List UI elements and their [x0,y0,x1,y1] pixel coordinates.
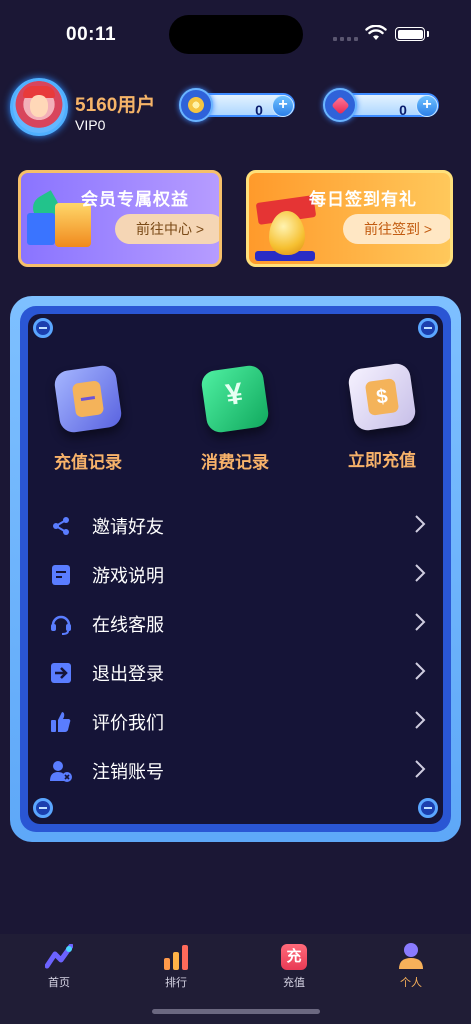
wifi-icon [365,24,387,46]
username: 5160用户 [75,95,156,116]
tab-label: 首页 [48,977,70,989]
battery-icon [395,27,425,41]
menu-label: 退出登录 [92,664,164,684]
coin-icon [179,88,213,122]
vip-card-title: 会员专属权益 [81,190,189,209]
menu-item-logout[interactable]: 退出登录 [46,652,426,694]
share-icon [46,514,76,538]
ranking-bars-icon [136,940,216,970]
sign-card-title: 每日签到有礼 [309,190,417,209]
chevron-right-icon [398,710,426,735]
go-to-signin-button[interactable]: 前往签到 > [343,214,450,244]
signal-icon [333,37,358,41]
rivet-icon [418,318,438,338]
battery-tip [427,31,429,37]
person-icon [371,940,451,970]
menu-label: 评价我们 [92,713,164,733]
menu-item-game-guide[interactable]: 游戏说明 [46,554,426,596]
coin-balance: 0 + [179,88,297,122]
chevron-right-icon [398,661,426,686]
home-chart-icon [19,940,99,970]
daily-signin-card[interactable]: 每日签到有礼 前往签到 > [246,170,453,267]
menu-item-customer-service[interactable]: 在线客服 [46,603,426,645]
tab-recharge[interactable]: 充 充值 [254,940,334,990]
feature-label: 充值记录 [54,453,122,472]
vip-benefits-card[interactable]: 会员专属权益 前往中心 > [18,170,222,267]
document-icon [46,563,76,587]
chevron-right-icon [398,563,426,588]
golden-egg-icon [269,211,305,255]
menu-item-delete-account[interactable]: 注销账号 [46,750,426,792]
status-time: 00:11 [66,24,117,45]
recharge-record-button[interactable]: 充值记录 [33,363,143,473]
recharge-icon-text: 充 [281,944,307,970]
chevron-right-icon [398,514,426,539]
recharge-record-icon [52,363,124,435]
dollar-wallet-icon: $ [346,361,418,433]
consumption-record-button[interactable]: ¥ 消费记录 [180,363,290,473]
recharge-icon: 充 [254,940,334,970]
home-indicator [152,1009,320,1014]
menu-label: 游戏说明 [92,566,164,586]
menu-label: 注销账号 [92,762,164,782]
gem-icon [323,88,357,122]
yen-icon: ¥ [199,363,271,435]
rivet-icon [33,318,53,338]
gift-box-icon [27,213,55,245]
recharge-now-button[interactable]: $ 立即充值 [327,361,437,471]
logout-icon [46,661,76,685]
rivet-icon [418,798,438,818]
add-coin-button[interactable]: + [272,95,294,117]
tab-label: 充值 [283,977,305,989]
tab-profile[interactable]: 个人 [371,940,451,990]
chevron-right-icon [398,612,426,637]
thumbs-up-icon [46,710,76,734]
dynamic-island [169,15,303,54]
menu-label: 在线客服 [92,615,164,635]
tab-label: 排行 [165,977,187,989]
menu-item-rate-us[interactable]: 评价我们 [46,701,426,743]
tab-label: 个人 [400,977,422,989]
chevron-right-icon [398,759,426,784]
tab-home[interactable]: 首页 [19,940,99,990]
avatar[interactable] [10,78,68,136]
menu-item-invite[interactable]: 邀请好友 [46,505,426,547]
add-gem-button[interactable]: + [416,95,438,117]
delete-account-icon [46,759,76,783]
headset-icon [46,612,76,636]
tab-ranking[interactable]: 排行 [136,940,216,990]
gem-balance: 0 + [323,88,441,122]
feature-label: 立即充值 [348,451,416,470]
feature-label: 消费记录 [201,453,269,472]
vip-level: VIP0 [75,117,106,133]
go-to-center-button[interactable]: 前往中心 > [115,214,219,244]
rivet-icon [33,798,53,818]
menu-label: 邀请好友 [92,517,164,537]
